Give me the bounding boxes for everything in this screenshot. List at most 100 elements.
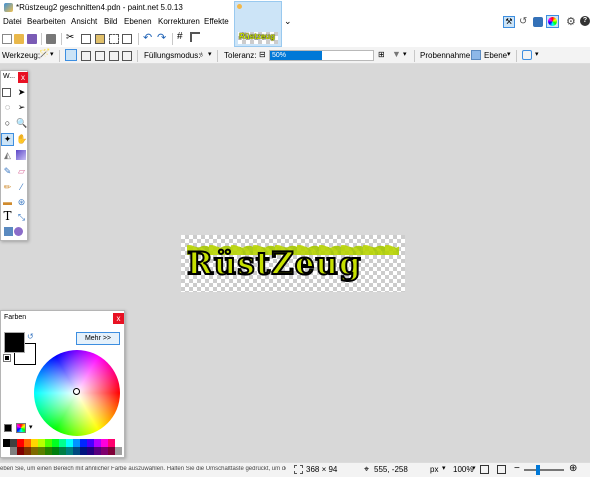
tools-panel-toggle-icon[interactable]: ⚒ [503, 16, 515, 28]
shapes-icon[interactable] [2, 226, 24, 237]
selection-mode-replace-icon[interactable] [65, 49, 77, 61]
open-folder-icon[interactable] [14, 34, 24, 44]
menu-korrekturen[interactable]: Korrekturen [158, 17, 200, 26]
image-tab-thumbnail[interactable]: Rüstzeug [234, 1, 282, 47]
cursor-icon: ⌖ [364, 464, 370, 474]
chevron-down-icon[interactable]: ▾ [403, 50, 407, 58]
grid-icon[interactable]: # [177, 31, 183, 42]
swap-colors-icon[interactable]: ↺ [27, 332, 34, 341]
fill-mode-label: Füllungsmodus: [144, 51, 201, 60]
text-icon[interactable]: T [2, 210, 13, 222]
sampling-value[interactable]: Ebene [484, 51, 507, 60]
antialias-icon[interactable]: ⊞ [378, 50, 385, 59]
menu-effekte[interactable]: Effekte [204, 17, 229, 26]
color-wheel-cursor [73, 388, 80, 395]
color-palette[interactable] [3, 439, 122, 455]
zoom-to-window-icon[interactable] [480, 465, 489, 474]
chevron-down-icon[interactable]: ▾ [535, 50, 539, 58]
layer-icon[interactable] [471, 50, 481, 60]
zoom-in-icon[interactable]: ⊕ [569, 463, 577, 474]
gradient-icon[interactable] [16, 150, 26, 160]
eraser-icon[interactable]: ▱ [16, 166, 27, 177]
tools-window-close-button[interactable]: x [18, 72, 28, 83]
save-icon[interactable] [27, 34, 37, 44]
settings-icon[interactable]: ⚙ [566, 15, 576, 28]
color-wheel[interactable] [34, 350, 120, 436]
ruler-icon[interactable] [190, 32, 200, 42]
chevron-down-icon[interactable]: ▾ [50, 50, 54, 58]
pan-icon[interactable]: ✋ [16, 134, 27, 145]
menu-bild[interactable]: Bild [104, 17, 117, 26]
actual-size-icon[interactable] [497, 465, 506, 474]
selection-mode-intersect-icon[interactable] [109, 51, 119, 61]
separator [41, 33, 42, 45]
new-image-icon[interactable] [2, 34, 12, 44]
crop-icon[interactable] [109, 34, 119, 44]
undo-icon[interactable]: ↶ [143, 31, 152, 44]
chevron-down-icon[interactable]: ▾ [472, 464, 476, 472]
copy-icon[interactable] [81, 34, 91, 44]
unit-selector[interactable]: px [430, 465, 438, 474]
selection-mode-invert-icon[interactable] [122, 51, 132, 61]
image-canvas[interactable]: RüstZeug [181, 235, 405, 292]
app-icon [4, 3, 13, 12]
status-bar: eben Sie, um einen Bereich mit ähnlicher… [0, 462, 590, 477]
magic-wand-icon[interactable]: 🪄 [38, 49, 50, 60]
menu-ansicht[interactable]: Ansicht [71, 17, 97, 26]
colors-panel-toggle-icon[interactable] [546, 15, 559, 28]
line-curve-icon[interactable]: ⤡ [16, 212, 27, 223]
chevron-down-icon[interactable]: ▾ [208, 50, 212, 58]
selection-mode-add-icon[interactable] [81, 51, 91, 61]
pencil-icon[interactable]: ✏ [2, 182, 13, 193]
status-hint: eben Sie, um einen Bereich mit ähnlicher… [0, 466, 286, 472]
magic-wand-tool-icon[interactable]: ✦ [1, 133, 14, 146]
print-icon[interactable] [46, 34, 56, 44]
deselect-icon[interactable] [122, 34, 132, 44]
zoom-icon[interactable]: 🔍 [16, 118, 27, 129]
reset-colors-icon[interactable] [3, 354, 11, 362]
palette-menu-icon[interactable] [4, 424, 12, 432]
more-button[interactable]: Mehr >> [76, 332, 120, 345]
lasso-select-icon[interactable]: ◌ [2, 102, 13, 113]
history-panel-toggle-icon[interactable]: ↺ [519, 16, 527, 27]
fill-mode-icon[interactable]: ♁ [198, 49, 205, 59]
zoom-slider[interactable] [524, 469, 564, 471]
palette-picker-icon[interactable] [16, 423, 26, 433]
separator [217, 50, 218, 62]
menu-bar: Datei Bearbeiten Ansicht Bild Ebenen Kor… [0, 15, 230, 30]
chevron-down-icon[interactable]: ▾ [29, 423, 33, 431]
tolerance-reset-icon[interactable]: ⊟ [259, 50, 266, 59]
paint-bucket-icon[interactable]: ◭ [2, 150, 13, 161]
separator [414, 50, 415, 62]
cut-icon[interactable]: ✂ [66, 32, 74, 43]
primary-color-swatch[interactable] [4, 332, 25, 353]
tool-options-bar: Werkzeug: 🪄 ▾ Füllungsmodus: ♁ ▾ Toleran… [0, 47, 590, 64]
ellipse-select-icon[interactable]: ○ [2, 118, 13, 129]
rectangle-select-icon[interactable] [2, 88, 11, 97]
tab-dropdown-icon[interactable]: ⌄ [284, 16, 292, 27]
blend-mode-icon[interactable]: ▼ [392, 49, 401, 59]
menu-datei[interactable]: Datei [3, 17, 22, 26]
chevron-down-icon[interactable]: ▾ [442, 464, 446, 472]
move-selection-icon[interactable]: ➢ [16, 102, 27, 113]
recolor-icon[interactable]: ⊛ [16, 197, 27, 208]
chevron-down-icon[interactable]: ▾ [507, 50, 511, 58]
colors-window-close-button[interactable]: x [113, 313, 124, 324]
help-icon[interactable]: ? [580, 16, 590, 26]
clone-stamp-icon[interactable]: ▬ [2, 197, 13, 208]
menu-bearbeiten[interactable]: Bearbeiten [27, 17, 66, 26]
zoom-slider-thumb[interactable] [536, 465, 540, 475]
move-selected-icon[interactable]: ➤ [16, 87, 27, 98]
zoom-out-icon[interactable]: − [514, 463, 520, 474]
color-picker-icon[interactable]: ⁄ [16, 182, 27, 193]
paste-icon[interactable] [95, 34, 105, 44]
selection-clip-icon[interactable] [522, 50, 532, 60]
layers-panel-toggle-icon[interactable] [533, 17, 543, 27]
image-tab-strip: ⌄ ⚒ ↺ ⚙ ? [230, 0, 590, 47]
menu-ebenen[interactable]: Ebenen [124, 17, 152, 26]
selection-mode-subtract-icon[interactable] [95, 51, 105, 61]
zoom-value[interactable]: 100% [453, 465, 473, 474]
redo-icon[interactable]: ↷ [157, 31, 166, 44]
tolerance-slider[interactable]: 50% [269, 50, 374, 61]
paintbrush-icon[interactable]: ✎ [2, 166, 13, 177]
